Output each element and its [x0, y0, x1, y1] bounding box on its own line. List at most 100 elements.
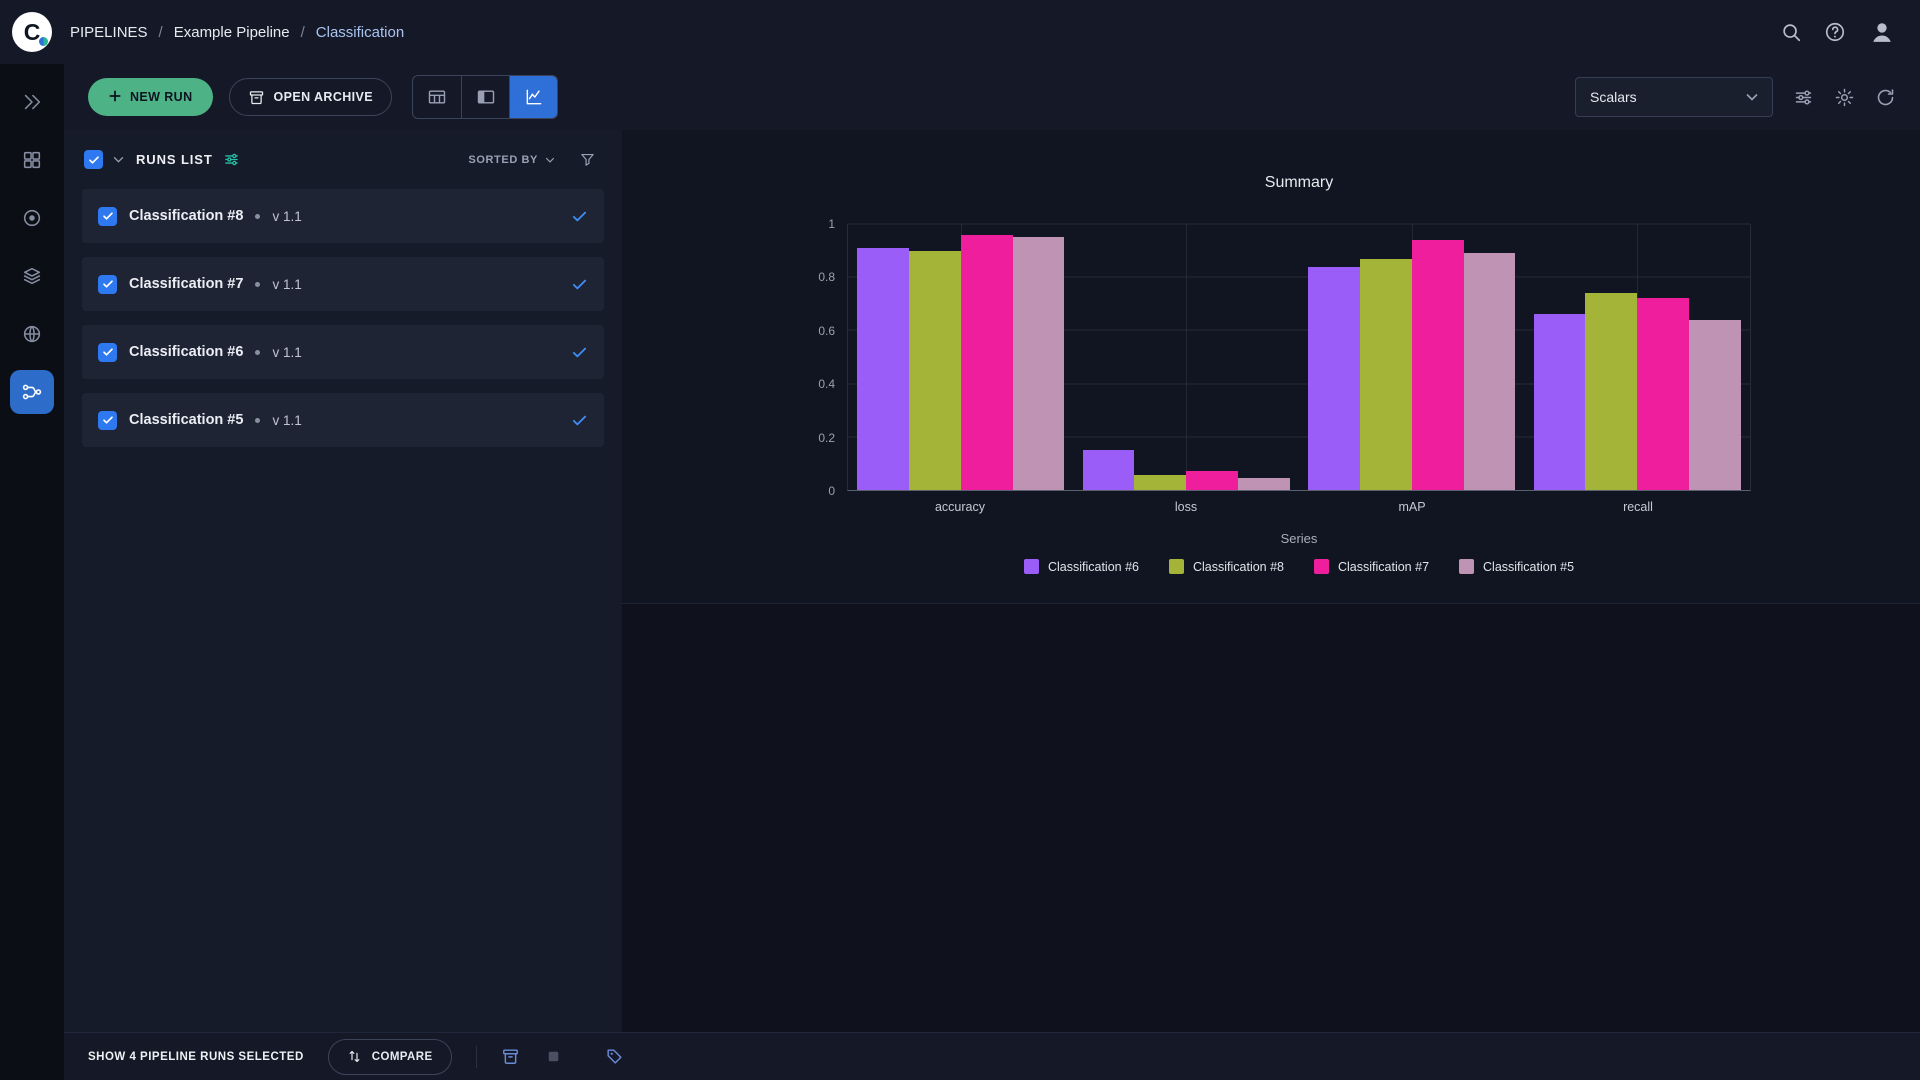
- breadcrumb-item: Classification: [315, 23, 405, 41]
- run-version: v 1.1: [272, 344, 302, 360]
- auto-refresh-icon[interactable]: [1875, 87, 1896, 108]
- run-checkbox[interactable]: [98, 274, 117, 294]
- sidebar-item-tasks[interactable]: [10, 196, 54, 240]
- run-checkbox[interactable]: [98, 410, 117, 430]
- legend-swatch: [1314, 559, 1329, 574]
- run-selected-check-icon: [571, 276, 588, 293]
- bar-classification-7-recall[interactable]: [1637, 298, 1690, 490]
- x-axis-labels: accuracy loss mAP recall: [847, 500, 1751, 514]
- run-name[interactable]: Classification #7: [129, 276, 243, 292]
- sidebar-item-datasets[interactable]: [10, 254, 54, 298]
- run-checkbox[interactable]: [98, 342, 117, 362]
- tune-icon[interactable]: [1793, 87, 1814, 108]
- metric-variant-select[interactable]: Scalars: [1575, 77, 1773, 117]
- scalars-view-icon[interactable]: [509, 76, 558, 118]
- table-view-icon[interactable]: [413, 76, 461, 118]
- bar-classification-5-recall[interactable]: [1689, 319, 1741, 490]
- select-all-checkbox[interactable]: [84, 150, 103, 169]
- chart-legend: Classification #6 Classification #8 Classi…: [847, 559, 1751, 574]
- bar-classification-6-accuracy[interactable]: [857, 247, 909, 490]
- bar-classification-8-recall[interactable]: [1585, 293, 1638, 490]
- runs-settings-icon[interactable]: [223, 151, 240, 168]
- y-tick-label: 1: [828, 217, 835, 231]
- projects-icon: [21, 91, 43, 113]
- bar-classification-7-loss[interactable]: [1186, 471, 1239, 490]
- run-list-item[interactable]: Classification #8 v 1.1: [82, 189, 604, 243]
- reports-icon: [21, 149, 43, 171]
- y-tick-label: 0.4: [818, 377, 835, 392]
- bar-classification-8-loss[interactable]: [1134, 475, 1187, 490]
- breadcrumb-item[interactable]: Example Pipeline: [174, 24, 316, 41]
- legend-item[interactable]: Classification #6: [1023, 559, 1139, 574]
- logo-wrap: C: [0, 12, 64, 52]
- bar-classification-6-mAP[interactable]: [1308, 266, 1360, 490]
- breadcrumb-item[interactable]: PIPELINES: [70, 24, 174, 41]
- legend-item[interactable]: Classification #5: [1459, 559, 1574, 574]
- select-all-caret-icon[interactable]: [113, 156, 124, 163]
- legend-item[interactable]: Classification #7: [1314, 559, 1429, 574]
- bar-classification-7-accuracy[interactable]: [960, 234, 1013, 490]
- help-icon[interactable]: [1824, 21, 1846, 43]
- logo-letter: C: [23, 18, 41, 45]
- top-bar: C PIPELINESExample PipelineClassificatio…: [0, 0, 1920, 64]
- chevron-down-icon: [1746, 93, 1758, 101]
- open-archive-button[interactable]: OPEN ARCHIVE: [228, 78, 393, 116]
- run-name[interactable]: Classification #5: [129, 412, 243, 428]
- stop-icon[interactable]: [544, 1047, 563, 1066]
- bar-classification-5-loss[interactable]: [1238, 477, 1290, 490]
- x-tick-label: loss: [1174, 500, 1198, 514]
- main-area: Summary 0 0.2 0.4 0.6 0.8 1 accuracy loss mAP re…: [622, 130, 1920, 1032]
- clearml-logo[interactable]: C: [12, 12, 52, 52]
- empty-area: [622, 604, 1920, 1032]
- search-icon[interactable]: [1780, 21, 1802, 43]
- open-archive-label: OPEN ARCHIVE: [273, 90, 374, 104]
- run-version: v 1.1: [272, 276, 302, 292]
- settings-gear-icon[interactable]: [1834, 87, 1855, 108]
- compare-button[interactable]: COMPARE: [327, 1038, 452, 1075]
- legend-swatch: [1459, 559, 1475, 574]
- compare-label: COMPARE: [371, 1050, 433, 1063]
- run-list-item[interactable]: Classification #7 v 1.1: [82, 257, 604, 311]
- run-name[interactable]: Classification #8: [129, 208, 243, 224]
- footer-divider: [475, 1045, 477, 1068]
- sidebar-item-reports[interactable]: [10, 138, 54, 182]
- separator-dot: [255, 281, 261, 287]
- runs-list-header: RUNS LIST SORTED BY: [64, 130, 622, 183]
- bar-classification-5-accuracy[interactable]: [1012, 237, 1065, 490]
- run-selected-check-icon: [571, 208, 588, 225]
- x-tick-label: recall: [1623, 500, 1653, 514]
- bar-groups: [848, 224, 1750, 490]
- bar-classification-6-loss[interactable]: [1082, 450, 1135, 490]
- run-list-item[interactable]: Classification #5 v 1.1: [82, 393, 604, 447]
- user-avatar-icon[interactable]: [1868, 18, 1896, 46]
- runs-list: Classification #8 v 1.1 Classification #…: [64, 183, 622, 1032]
- legend-item[interactable]: Classification #8: [1168, 559, 1284, 574]
- bar-classification-5-mAP[interactable]: [1463, 253, 1516, 490]
- topbar-actions: [1780, 18, 1896, 46]
- bar-classification-7-mAP[interactable]: [1411, 239, 1464, 490]
- run-name[interactable]: Classification #6: [129, 344, 243, 360]
- workspace: RUNS LIST SORTED BY Classification #8 v …: [64, 130, 1920, 1032]
- legend-label: Classification #8: [1192, 559, 1284, 574]
- new-run-button[interactable]: NEW RUN: [88, 78, 213, 116]
- run-version: v 1.1: [272, 412, 302, 428]
- sorted-by-dropdown[interactable]: SORTED BY: [468, 154, 555, 166]
- pipelines-icon: [21, 381, 43, 403]
- bar-classification-8-accuracy[interactable]: [908, 250, 961, 490]
- sidebar-nav: [0, 64, 64, 1080]
- run-checkbox[interactable]: [98, 206, 117, 226]
- tag-icon[interactable]: [605, 1047, 624, 1066]
- sidebar-item-projects[interactable]: [10, 80, 54, 124]
- sidebar-item-models[interactable]: [10, 312, 54, 356]
- filter-funnel-icon[interactable]: [579, 151, 596, 168]
- archive-icon[interactable]: [501, 1047, 520, 1066]
- breadcrumb: PIPELINESExample PipelineClassification: [70, 24, 404, 41]
- split-view-icon[interactable]: [461, 76, 509, 118]
- run-version: v 1.1: [272, 208, 302, 224]
- sidebar-item-pipelines[interactable]: [10, 370, 54, 414]
- run-list-item[interactable]: Classification #6 v 1.1: [82, 325, 604, 379]
- bar-classification-8-mAP[interactable]: [1359, 258, 1412, 490]
- bar-classification-6-recall[interactable]: [1533, 314, 1586, 490]
- separator-dot: [255, 417, 261, 423]
- bar-group-loss: [1074, 224, 1300, 490]
